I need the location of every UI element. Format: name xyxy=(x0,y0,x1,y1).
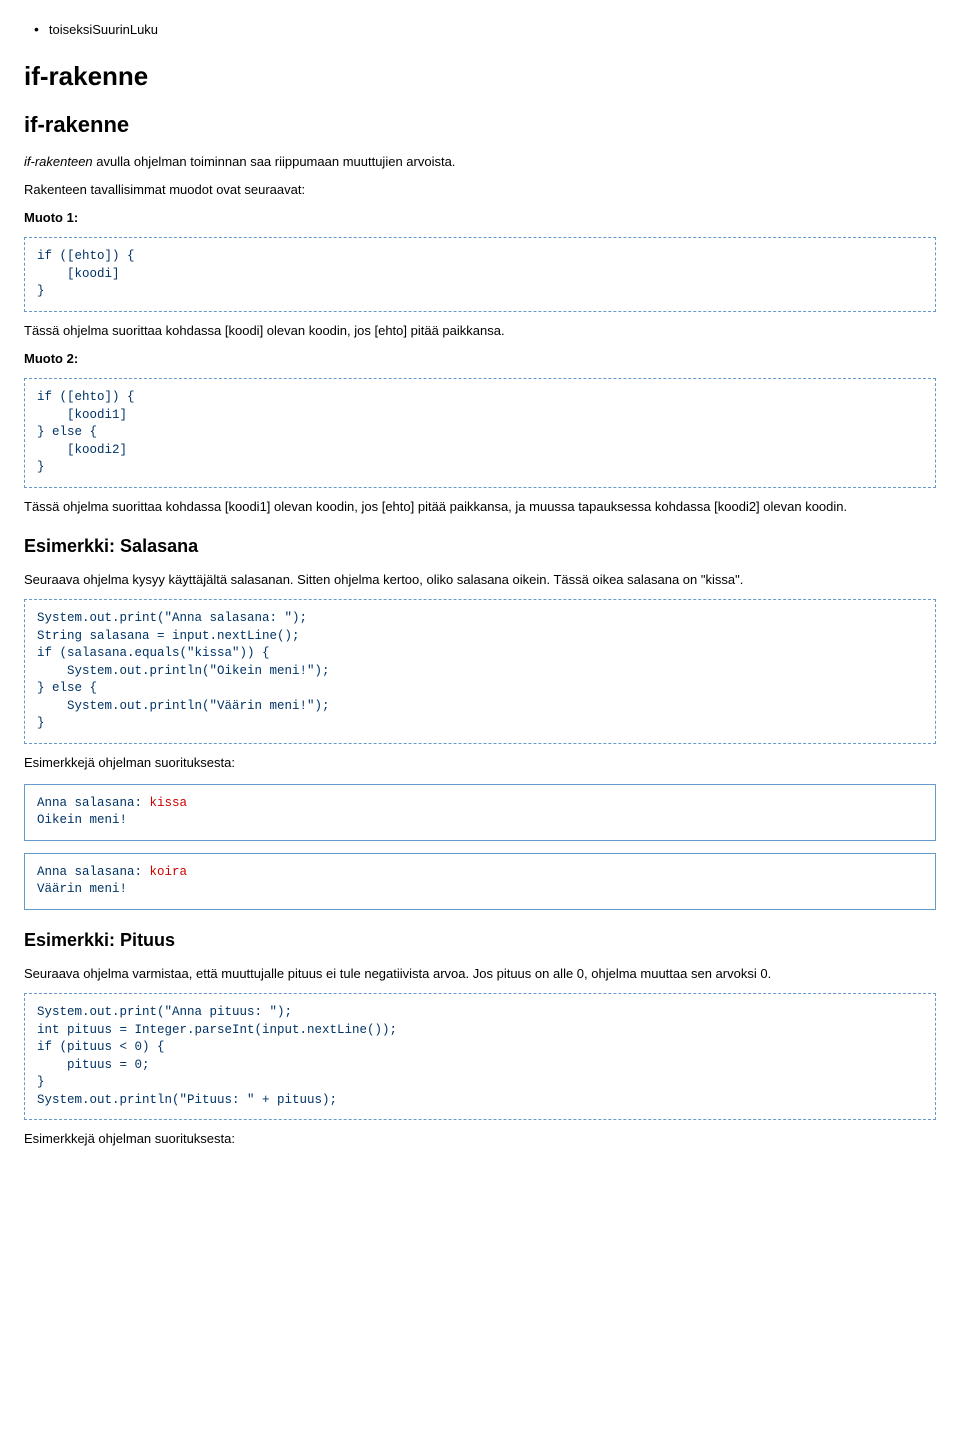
heading-2: if-rakenne xyxy=(24,110,936,141)
run-output-1: Anna salasana: kissa Oikein meni! xyxy=(24,784,936,841)
intro-paragraph: if-rakenteen avulla ohjelman toiminnan s… xyxy=(24,153,936,171)
code-block-muoto2: if ([ehto]) { [koodi1] } else { [koodi2]… xyxy=(24,378,936,488)
code-block-pituus: System.out.print("Anna pituus: "); int p… xyxy=(24,993,936,1120)
code-block-salasana: System.out.print("Anna salasana: "); Str… xyxy=(24,599,936,744)
muoto1-label: Muoto 1: xyxy=(24,209,936,227)
run2-line2: Väärin meni! xyxy=(37,882,127,896)
run2-line1b: koira xyxy=(150,865,188,879)
run1-line2: Oikein meni! xyxy=(37,813,127,827)
heading-pituus: Esimerkki: Pituus xyxy=(24,928,936,953)
muoto1-after: Tässä ohjelma suorittaa kohdassa [koodi]… xyxy=(24,322,936,340)
run1-line1b: kissa xyxy=(150,796,188,810)
heading-1: if-rakenne xyxy=(24,58,936,94)
heading-salasana: Esimerkki: Salasana xyxy=(24,534,936,559)
bullet-list: toiseksiSuurinLuku xyxy=(34,20,936,40)
intro-rest: avulla ohjelman toiminnan saa riippumaan… xyxy=(93,154,456,169)
code-block-muoto1: if ([ehto]) { [koodi] } xyxy=(24,237,936,312)
salasana-intro: Seuraava ohjelma kysyy käyttäjältä salas… xyxy=(24,571,936,589)
run1-line1a: Anna salasana: xyxy=(37,796,150,810)
run2-line1a: Anna salasana: xyxy=(37,865,150,879)
esimerkkeja-label-2: Esimerkkejä ohjelman suorituksesta: xyxy=(24,1130,936,1148)
run-output-2: Anna salasana: koira Väärin meni! xyxy=(24,853,936,910)
muoto2-after: Tässä ohjelma suorittaa kohdassa [koodi1… xyxy=(24,498,936,516)
muoto2-label: Muoto 2: xyxy=(24,350,936,368)
esimerkkeja-label-1: Esimerkkejä ohjelman suorituksesta: xyxy=(24,754,936,772)
pituus-intro: Seuraava ohjelma varmistaa, että muuttuj… xyxy=(24,965,936,983)
rakenteen-intro: Rakenteen tavallisimmat muodot ovat seur… xyxy=(24,181,936,199)
intro-italic: if-rakenteen xyxy=(24,154,93,169)
bullet-item: toiseksiSuurinLuku xyxy=(34,20,936,40)
